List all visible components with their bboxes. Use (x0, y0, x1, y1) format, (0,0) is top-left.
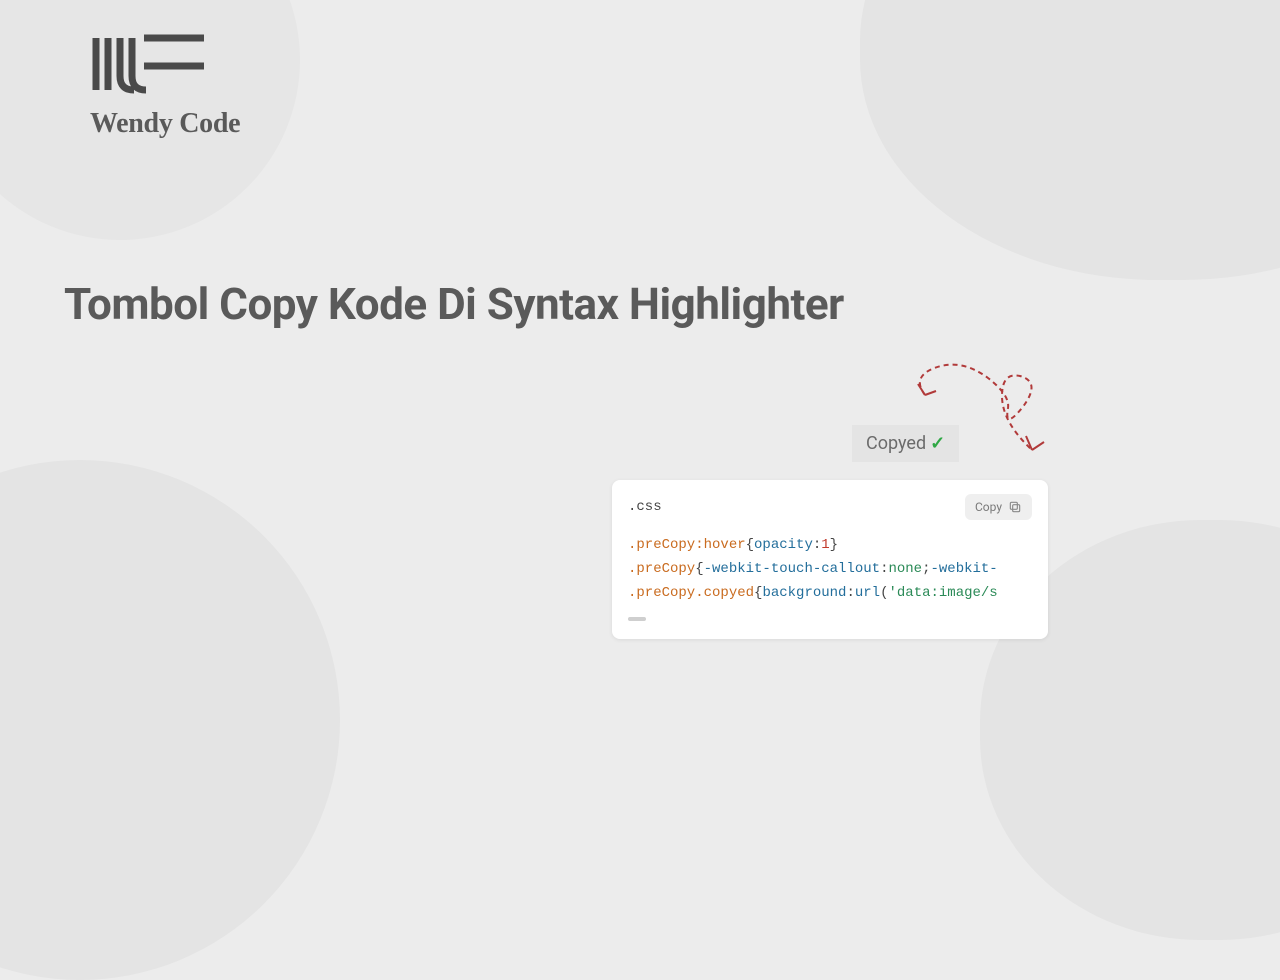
copy-button[interactable]: Copy (965, 494, 1032, 520)
code-line-2: .preCopy{-webkit-touch-callout:none;-web… (628, 558, 1032, 582)
copy-icon (1008, 500, 1022, 514)
brand-block: Wendy Code (90, 34, 240, 140)
copy-button-label: Copy (975, 500, 1002, 514)
code-language-label: .css (628, 499, 662, 515)
page-title: Tombol Copy Kode Di Syntax Highlighter (64, 278, 844, 330)
brand-logo-icon (90, 34, 210, 94)
code-header: .css Copy (628, 494, 1032, 520)
curly-arrow-icon (910, 360, 1070, 470)
background-blob-top-right (860, 0, 1280, 280)
code-body: .preCopy:hover{opacity:1} .preCopy{-webk… (628, 534, 1032, 605)
code-card: .css Copy .preCopy:hover{opacity:1} .pre… (612, 480, 1048, 639)
code-line-1: .preCopy:hover{opacity:1} (628, 534, 1032, 558)
background-blob-bottom-left (0, 460, 340, 980)
code-line-3: .preCopy.copyed{background:url('data:ima… (628, 582, 1032, 606)
brand-name: Wendy Code (90, 108, 240, 140)
scrollbar-hint (628, 617, 646, 621)
